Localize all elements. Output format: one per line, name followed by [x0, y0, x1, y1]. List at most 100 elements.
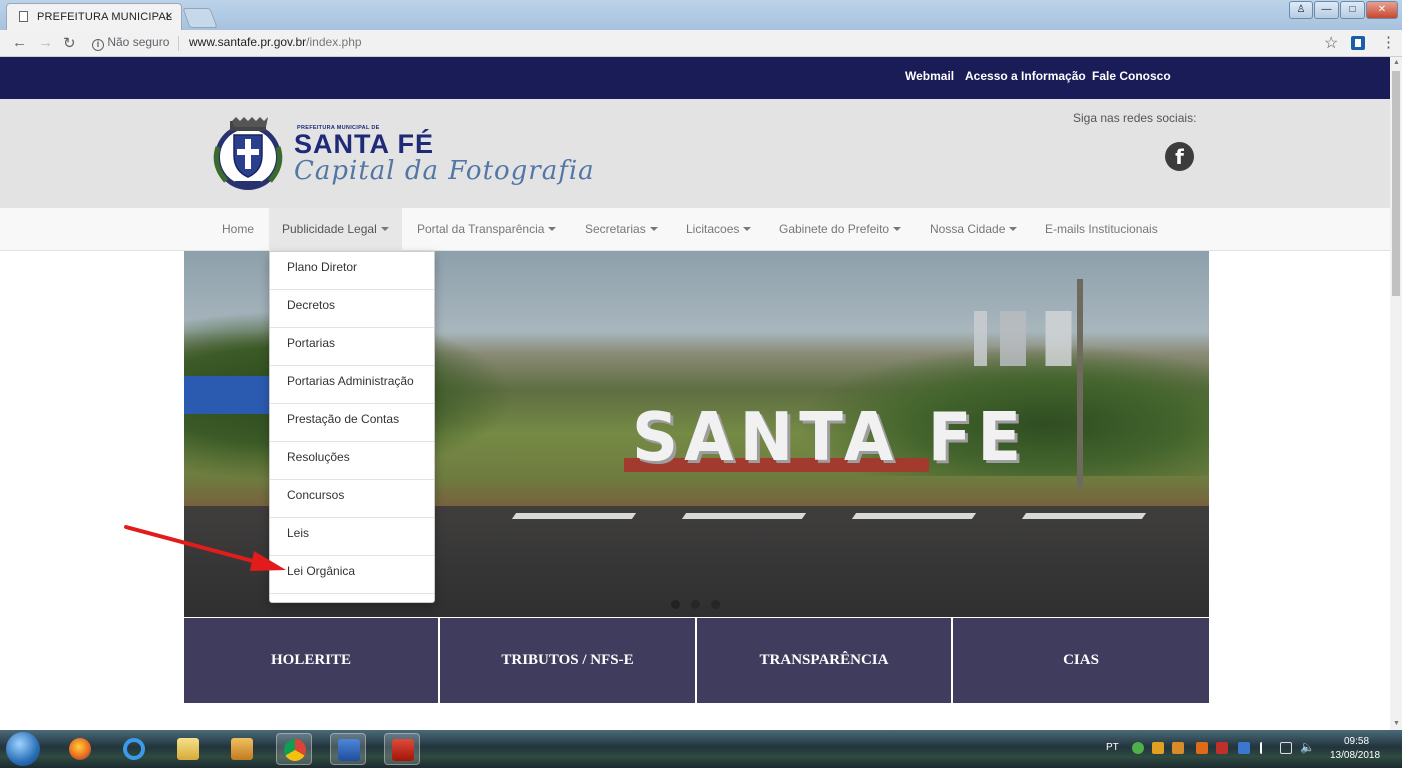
taskbar-chrome[interactable] — [276, 733, 312, 765]
menu-item-label: Concursos — [287, 488, 345, 502]
page-scrollbar[interactable]: ▲ ▼ — [1390, 57, 1402, 730]
menu-item-resolucoes[interactable]: Resoluções — [270, 442, 434, 480]
scroll-up-arrow-icon[interactable]: ▲ — [1393, 59, 1400, 66]
bookmark-star-icon[interactable]: ☆ — [1324, 33, 1338, 53]
nav-label: Gabinete do Prefeito — [779, 222, 890, 236]
firefox-icon — [69, 738, 91, 760]
taskbar-word[interactable] — [330, 733, 366, 765]
tray-app-icon[interactable] — [1132, 742, 1144, 754]
taskbar-file-explorer[interactable] — [170, 733, 206, 765]
tray-app-icon[interactable] — [1196, 742, 1208, 754]
forward-arrow-icon[interactable]: → — [38, 34, 53, 51]
city-crest-logo[interactable] — [210, 117, 286, 193]
road-stripe — [1021, 513, 1147, 519]
nav-label: Secretarias — [585, 222, 646, 236]
browser-tab[interactable]: PREFEITURA MUNICIPAL × — [6, 3, 182, 30]
menu-item-label: Decretos — [287, 298, 336, 312]
nav-licitacoes[interactable]: Licitacoes — [686, 208, 752, 251]
clock-time[interactable]: 09:58 — [1344, 736, 1369, 747]
taskbar-firefox[interactable] — [62, 733, 98, 765]
maximize-button[interactable]: □ — [1340, 1, 1365, 19]
page-icon — [19, 11, 28, 22]
windows-taskbar: PT 🔈 09:58 13/08/2018 — [0, 730, 1402, 768]
fale-conosco-link[interactable]: Fale Conosco — [1092, 69, 1171, 83]
caret-down-icon — [743, 227, 752, 231]
internet-explorer-icon — [123, 738, 145, 760]
taskbar-media-player[interactable] — [224, 733, 260, 765]
tab-title: PREFEITURA MUNICIPAL — [37, 11, 173, 23]
url-path: /index.php — [306, 35, 362, 49]
taskbar-acrobat[interactable] — [384, 733, 420, 765]
language-indicator[interactable]: PT — [1106, 742, 1119, 753]
word-icon — [338, 739, 360, 761]
scroll-down-arrow-icon[interactable]: ▼ — [1393, 720, 1400, 727]
social-label: Siga nas redes sociais: — [1073, 111, 1197, 125]
start-button[interactable] — [6, 732, 40, 766]
tile-holerite[interactable]: HOLERITE — [184, 618, 438, 703]
extension-icon[interactable] — [1351, 36, 1365, 50]
back-arrow-icon[interactable]: ← — [12, 34, 27, 51]
taskbar-internet-explorer[interactable] — [116, 733, 152, 765]
carousel-dot-active[interactable] — [671, 600, 680, 609]
security-label: Não seguro — [107, 35, 170, 49]
clock-date[interactable]: 13/08/2018 — [1330, 750, 1380, 761]
menu-item-portarias[interactable]: Portarias — [270, 328, 434, 366]
road-stripe — [851, 513, 977, 519]
media-player-icon — [231, 738, 253, 760]
action-center-flag-icon[interactable] — [1260, 742, 1272, 754]
hero-photo-wall — [184, 376, 274, 414]
webmail-link[interactable]: Webmail — [905, 69, 954, 83]
tray-app-icon[interactable] — [1172, 742, 1184, 754]
new-tab-button[interactable] — [182, 8, 218, 28]
reload-icon[interactable]: ↻ — [63, 34, 76, 52]
tile-tributos-nfse[interactable]: TRIBUTOS / NFS-E — [440, 618, 695, 703]
divider — [178, 36, 179, 51]
menu-item-label: Portarias — [287, 336, 336, 350]
tab-close-icon[interactable]: × — [165, 8, 173, 23]
url-field[interactable]: www.santafe.pr.gov.br/index.php — [189, 35, 362, 49]
nav-home[interactable]: Home — [222, 208, 254, 251]
carousel-dot[interactable] — [691, 600, 700, 609]
red-arrow-annotation — [124, 525, 286, 571]
nav-label: E-mails Institucionais — [1045, 222, 1158, 236]
menu-item-decretos[interactable]: Decretos — [270, 290, 434, 328]
menu-item-prestacao-contas[interactable]: Prestação de Contas — [270, 404, 434, 442]
menu-item-concursos[interactable]: Concursos — [270, 480, 434, 518]
menu-item-label: Portarias Administração — [287, 374, 414, 388]
tile-cias[interactable]: CIAS — [953, 618, 1209, 703]
road-stripe — [511, 513, 637, 519]
volume-icon[interactable]: 🔈 — [1300, 740, 1315, 754]
facebook-icon[interactable]: f — [1165, 142, 1194, 171]
security-indicator[interactable]: i Não seguro — [92, 35, 169, 51]
site-header: PREFEITURA MUNICIPAL DE SANTA FÉ Capital… — [0, 99, 1390, 207]
network-icon[interactable] — [1280, 742, 1292, 754]
menu-item-lei-organica[interactable]: Lei Orgânica — [270, 556, 434, 594]
acrobat-icon — [392, 739, 414, 761]
folder-icon — [177, 738, 199, 760]
nav-portal-transparencia[interactable]: Portal da Transparência — [417, 208, 557, 251]
tray-app-icon[interactable] — [1238, 742, 1250, 754]
menu-item-portarias-administracao[interactable]: Portarias Administração — [270, 366, 434, 404]
nav-nossa-cidade[interactable]: Nossa Cidade — [930, 208, 1018, 251]
acesso-informacao-link[interactable]: Acesso a Informação — [965, 69, 1086, 83]
scrollbar-thumb[interactable] — [1392, 71, 1400, 296]
tile-transparencia[interactable]: TRANSPARÊNCIA — [697, 618, 951, 703]
nav-emails-institucionais[interactable]: E-mails Institucionais — [1045, 208, 1158, 251]
nav-gabinete-prefeito[interactable]: Gabinete do Prefeito — [779, 208, 902, 251]
carousel-dot[interactable] — [711, 600, 720, 609]
road-stripe — [681, 513, 807, 519]
user-icon[interactable]: ♙ — [1289, 1, 1313, 19]
menu-item-plano-diretor[interactable]: Plano Diretor — [270, 252, 434, 290]
nav-label: Portal da Transparência — [417, 222, 545, 236]
nav-secretarias[interactable]: Secretarias — [585, 208, 658, 251]
close-window-button[interactable]: ✕ — [1366, 1, 1398, 19]
nav-publicidade-legal[interactable]: Publicidade Legal — [269, 208, 402, 251]
url-host: www.santafe.pr.gov.br — [189, 35, 307, 49]
menu-item-leis[interactable]: Leis — [270, 518, 434, 556]
tray-app-icon[interactable] — [1216, 742, 1228, 754]
tray-app-icon[interactable] — [1152, 742, 1164, 754]
browser-menu-icon[interactable]: ⋮ — [1381, 33, 1396, 51]
nav-label: Home — [222, 222, 255, 236]
minimize-button[interactable]: — — [1314, 1, 1339, 19]
hero-photo-silos — [974, 311, 1104, 366]
